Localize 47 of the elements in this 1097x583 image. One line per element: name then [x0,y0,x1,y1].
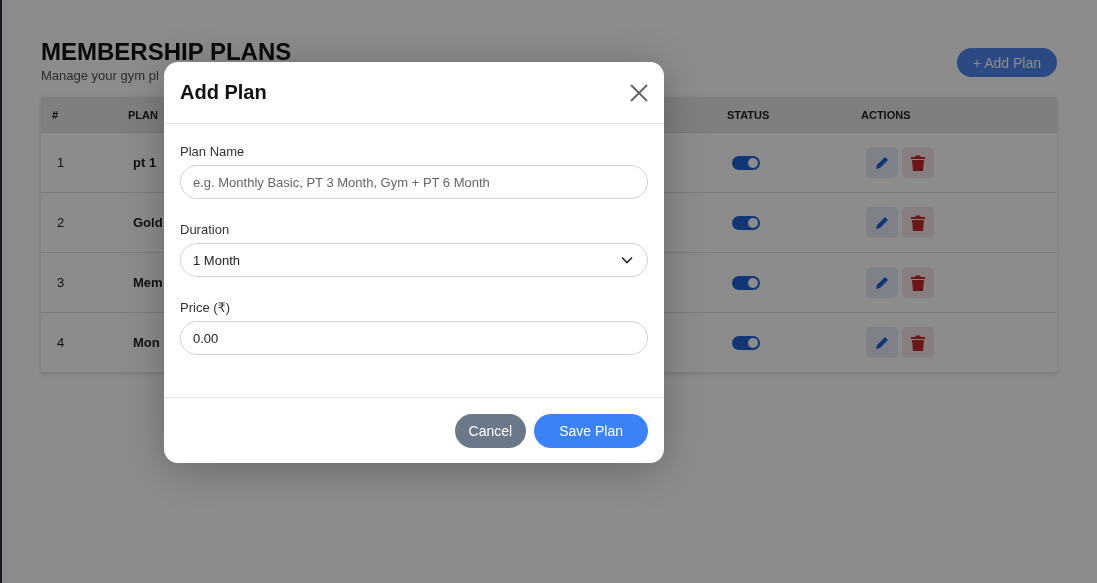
text-field[interactable]: e.g. Monthly Basic, PT 3 Month, Gym + PT 6 Month [180,165,648,199]
add-plan-button[interactable]: + Add Plan [956,48,1057,77]
trash-icon [911,274,925,291]
delete-button[interactable] [902,267,934,298]
trash-icon [911,214,925,231]
pencil-icon [874,334,890,351]
chevron-down-icon [621,256,633,264]
table-cell-text: 1 [56,155,66,170]
field-label: Price (₹) [180,300,232,315]
table-cell-text: 3 [56,275,66,290]
status-toggle[interactable] [732,335,760,350]
pencil-icon [874,214,890,231]
dialog-title: Add Plan [180,81,267,104]
pencil-icon [874,274,890,291]
trash-icon [911,154,925,171]
close-icon [628,81,650,104]
delete-button[interactable] [902,327,934,358]
column-header: ACTIONS [861,108,911,121]
edit-button[interactable] [866,207,898,238]
table-cell: Mon [133,335,160,350]
page-subtitle: Manage your gym pl [41,68,160,83]
trash-icon [911,334,925,351]
column-header: PLAN [128,108,158,121]
edit-button[interactable] [866,147,898,178]
table-cell: Mem [133,275,163,290]
status-toggle[interactable] [732,275,760,290]
close-button[interactable] [628,81,650,104]
table-cell: pt 1 [133,155,157,170]
status-toggle[interactable] [732,155,760,170]
field-label: Duration [180,222,231,237]
page-title: MEMBERSHIP PLANS [41,38,292,66]
field-label: Plan Name [180,144,246,159]
pencil-icon [874,154,890,171]
cancel-button[interactable]: Cancel [454,413,527,448]
status-toggle[interactable] [732,215,760,230]
column-header: # [52,108,59,121]
column-header: STATUS [727,108,770,121]
select-field[interactable]: 1 Month [180,243,648,277]
table-cell-text: 2 [56,215,66,230]
delete-button[interactable] [902,147,934,178]
table-cell-text: 4 [56,335,66,350]
save-button[interactable]: Save Plan [534,413,648,448]
text-field[interactable]: 0.00 [180,321,648,355]
edit-button[interactable] [866,327,898,358]
table-cell: Gold [133,215,163,230]
edit-button[interactable] [866,267,898,298]
delete-button[interactable] [902,207,934,238]
